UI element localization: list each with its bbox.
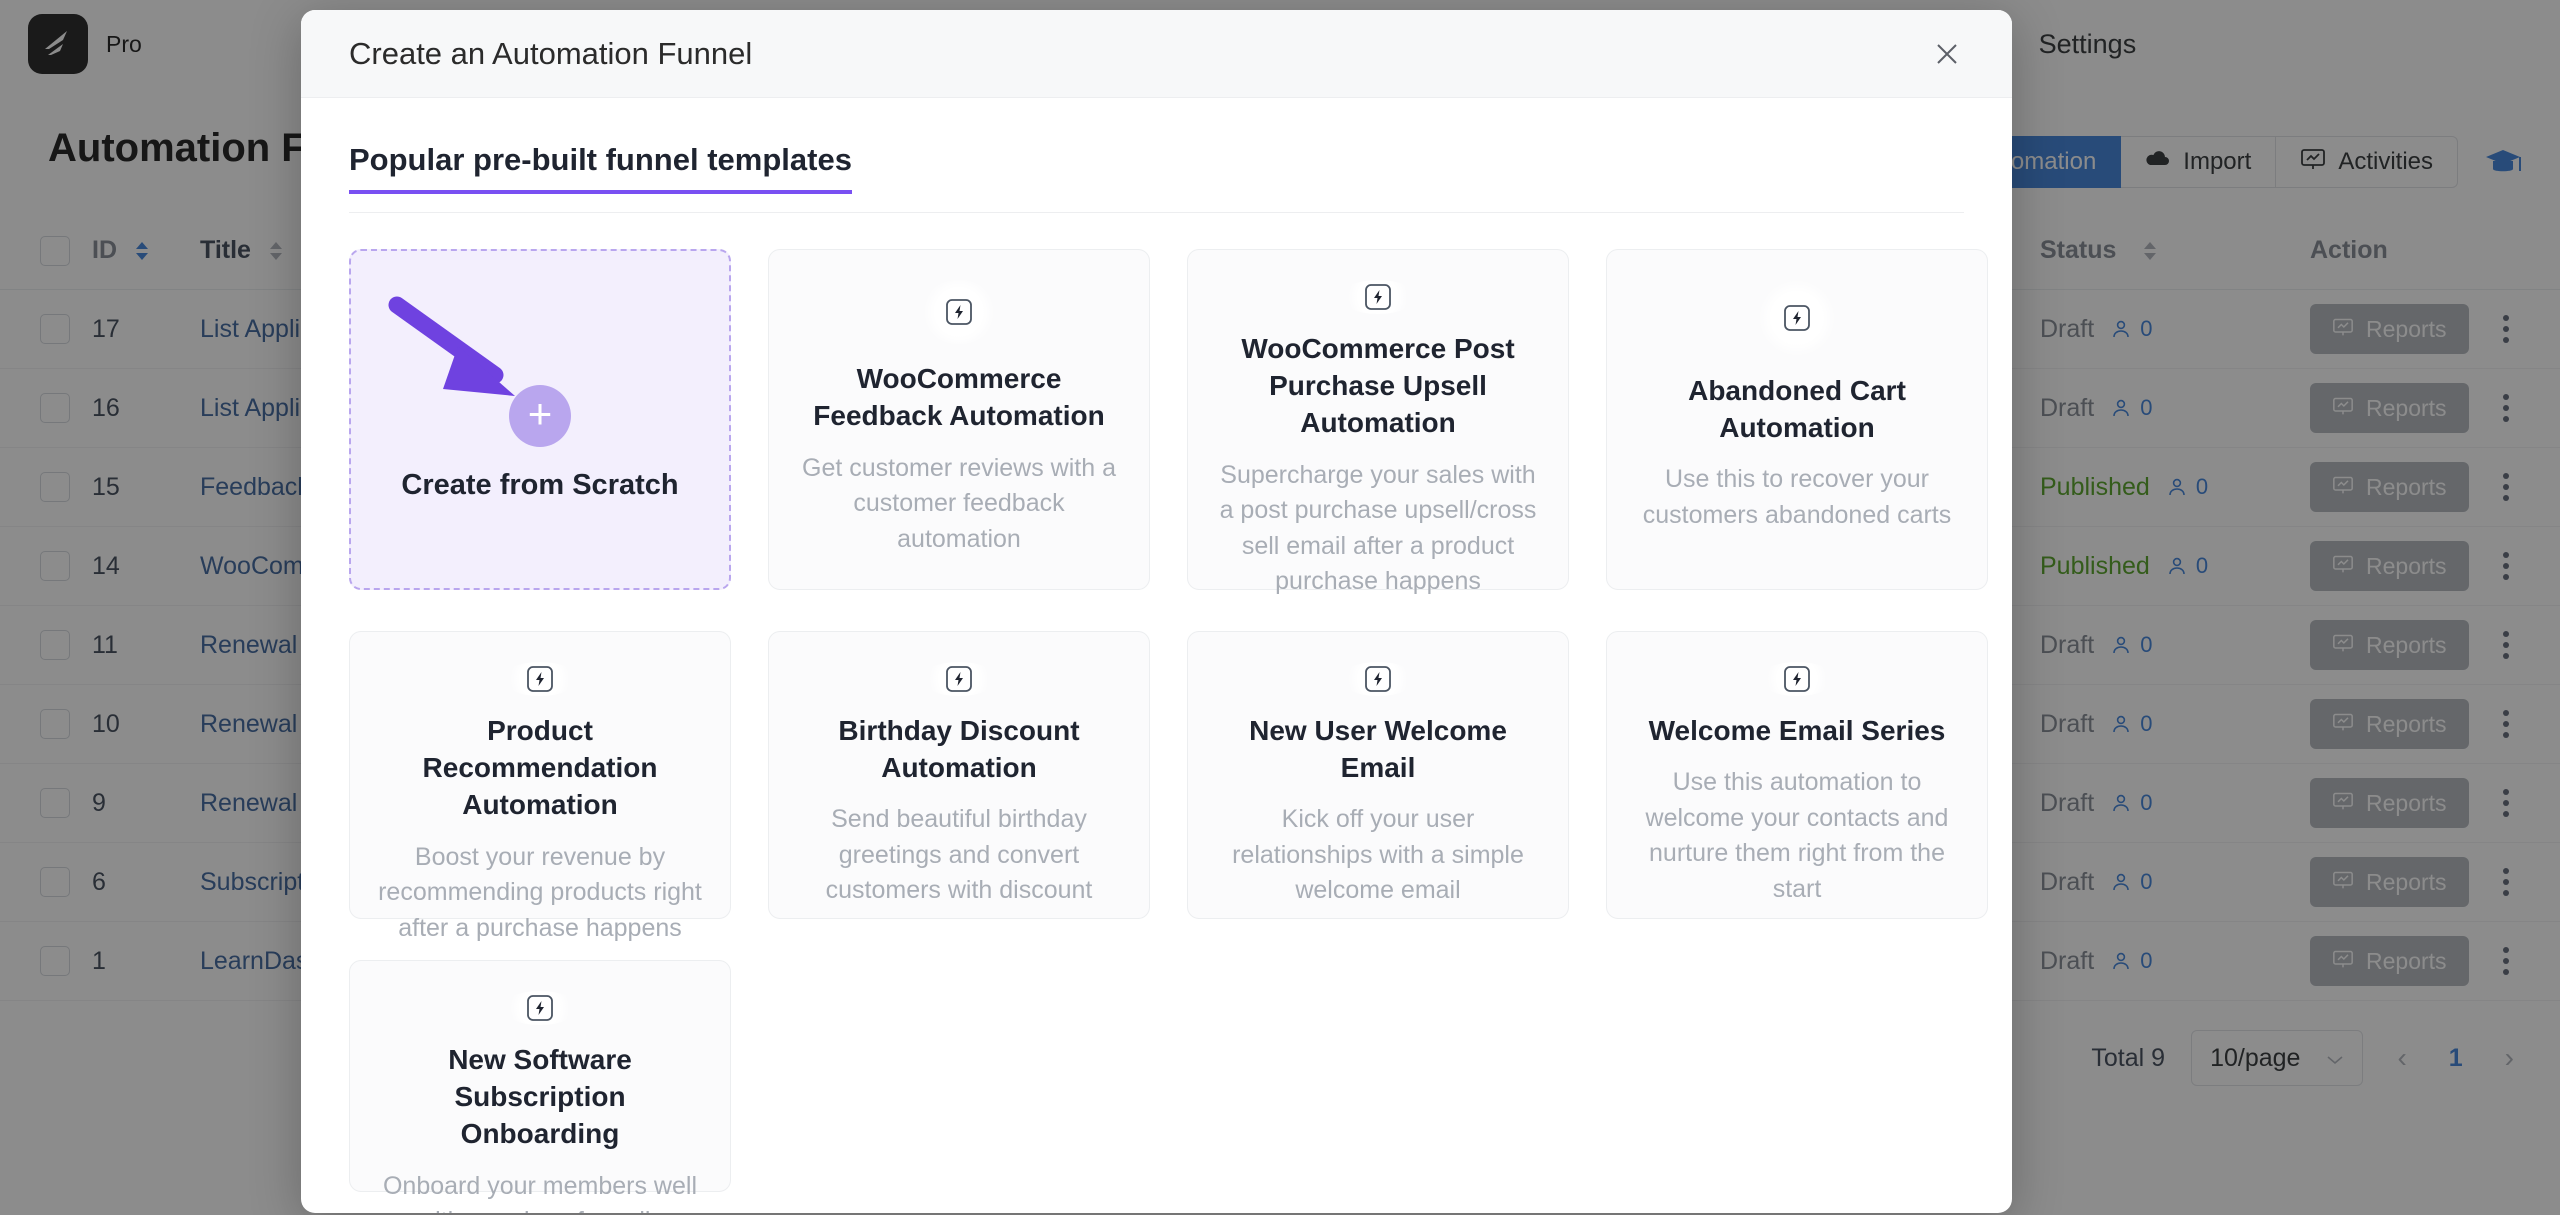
close-icon[interactable] bbox=[1924, 31, 1970, 77]
template-card-description: Use this automation to welcome your cont… bbox=[1645, 768, 1949, 903]
lightning-bolt-icon bbox=[921, 662, 997, 696]
lightning-bolt-icon bbox=[1340, 280, 1416, 314]
template-card-description: Onboard your members well with a series … bbox=[382, 1171, 697, 1213]
template-card-title: Birthday Discount Automation bbox=[838, 715, 1080, 784]
template-card[interactable]: Welcome Email Series Use this automation … bbox=[1606, 631, 1988, 919]
template-card[interactable]: Birthday Discount Automation Send beautif… bbox=[768, 631, 1150, 919]
template-card-title: Welcome Email Series bbox=[1648, 715, 1946, 746]
template-card-title: WooCommerce Feedback Automation bbox=[813, 363, 1105, 432]
template-card-title: New User Welcome Email bbox=[1249, 715, 1507, 784]
section-divider bbox=[349, 212, 1964, 213]
section-title: Popular pre-built funnel templates bbox=[349, 142, 852, 194]
template-card[interactable]: WooCommerce Feedback Automation Get custo… bbox=[768, 249, 1150, 590]
lightning-bolt-icon bbox=[502, 662, 578, 696]
create-automation-funnel-modal: Create an Automation Funnel Popular pre-… bbox=[301, 10, 2012, 1213]
template-card[interactable]: Product Recommendation Automation Boost y… bbox=[349, 631, 731, 942]
lightning-bolt-icon bbox=[502, 991, 578, 1025]
modal-header: Create an Automation Funnel bbox=[301, 10, 2012, 98]
template-card-title: New Software Subscription Onboarding bbox=[448, 1044, 632, 1150]
template-card[interactable]: WooCommerce Post Purchase Upsell Automat… bbox=[1187, 249, 1569, 595]
template-card[interactable]: Abandoned Cart Automation Use this to rec… bbox=[1606, 249, 1988, 590]
template-card-description: Use this to recover your customers aband… bbox=[1642, 465, 1952, 529]
template-card-title: Product Recommendation Automation bbox=[422, 715, 658, 821]
template-card-description: Kick off your user relationships with a … bbox=[1232, 805, 1524, 905]
template-card-description: Send beautiful birthday greetings and co… bbox=[825, 805, 1093, 905]
lightning-bolt-icon bbox=[921, 280, 997, 345]
lightning-bolt-icon bbox=[1759, 662, 1835, 696]
create-from-scratch-label: Create from Scratch bbox=[401, 469, 679, 501]
template-card-description: Get customer reviews with a customer fee… bbox=[802, 453, 1116, 553]
modal-body: Popular pre-built funnel templates + Cre… bbox=[301, 98, 2012, 1213]
create-from-scratch-card[interactable]: + Create from Scratch bbox=[349, 249, 731, 590]
template-card-title: Abandoned Cart Automation bbox=[1688, 375, 1906, 444]
template-card-description: Supercharge your sales with a post purch… bbox=[1219, 460, 1537, 596]
lightning-bolt-icon bbox=[1759, 280, 1835, 356]
modal-title: Create an Automation Funnel bbox=[349, 35, 753, 71]
template-card[interactable]: New Software Subscription Onboarding Onbo… bbox=[349, 960, 731, 1213]
template-card-description: Boost your revenue by recommending produ… bbox=[378, 842, 702, 942]
plus-icon: + bbox=[509, 385, 571, 447]
template-card[interactable]: New User Welcome Email Kick off your user… bbox=[1187, 631, 1569, 919]
lightning-bolt-icon bbox=[1340, 662, 1416, 696]
template-card-title: WooCommerce Post Purchase Upsell Automat… bbox=[1241, 333, 1515, 439]
template-grid: + Create from Scratch WooCommerce Feedba… bbox=[349, 249, 1988, 1213]
